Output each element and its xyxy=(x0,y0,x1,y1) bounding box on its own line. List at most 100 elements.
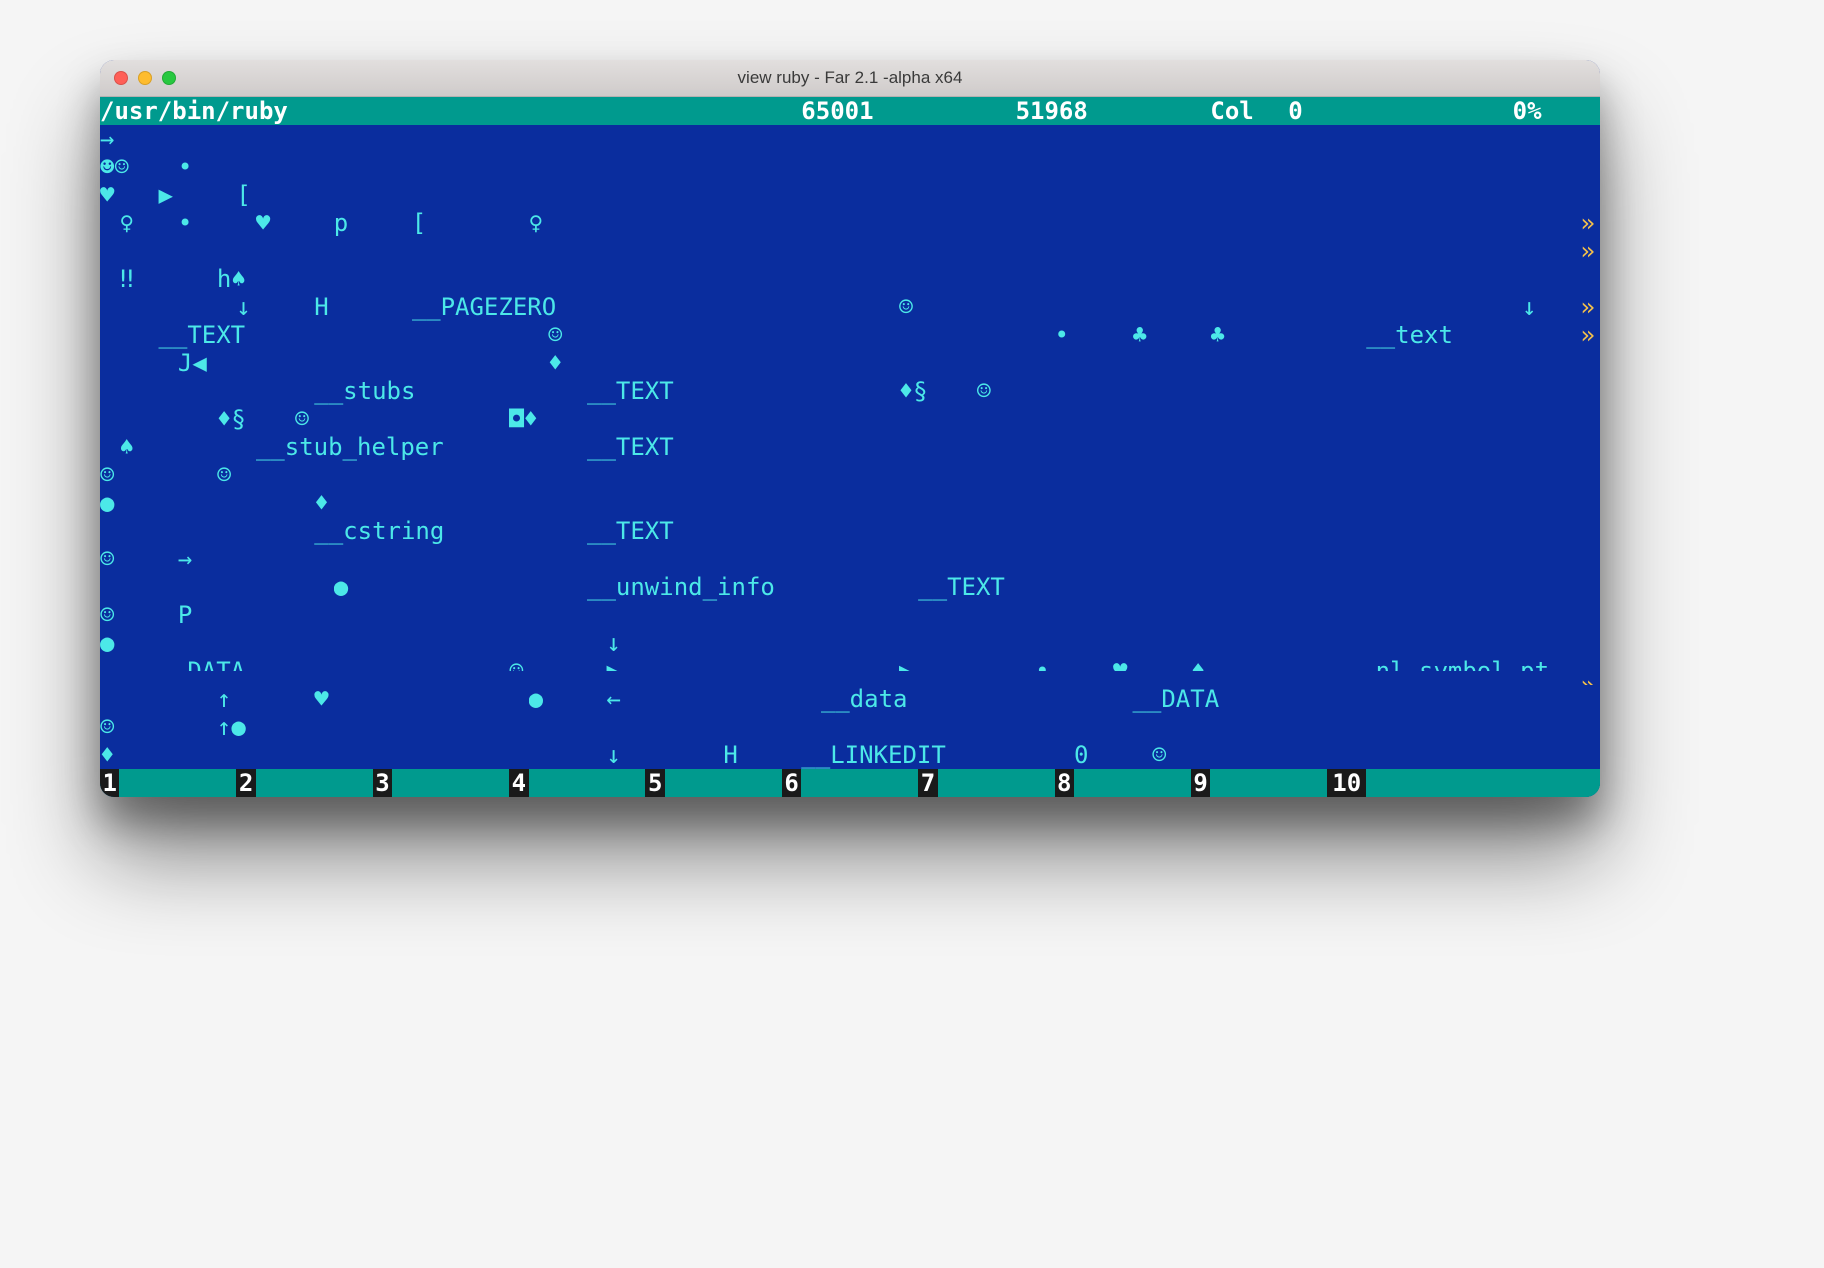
glyph: ☺ xyxy=(509,657,528,671)
glyph: ▶ xyxy=(899,657,918,671)
glyph: __TEXT xyxy=(587,517,704,545)
viewer-row: J◀♦ xyxy=(100,349,1600,377)
glyph: ▶ xyxy=(606,657,625,671)
glyph: __nl_symbol_pt xyxy=(1347,657,1600,671)
glyph: __TEXT xyxy=(587,433,704,461)
fnkey-2[interactable]: 2 xyxy=(236,769,255,797)
viewer-row: → xyxy=(100,125,1600,153)
glyph: ● xyxy=(100,629,119,657)
glyph: ♠ xyxy=(119,433,138,461)
file-path: /usr/bin/ruby xyxy=(100,97,684,125)
viewer-row: ●__unwind_info__TEXT xyxy=(100,573,1600,601)
glyph: » xyxy=(1581,209,1600,237)
window-title: view ruby - Far 2.1 -alpha x64 xyxy=(738,68,963,88)
viewer-row: ♥▶[ xyxy=(100,181,1600,209)
glyph: __stubs xyxy=(314,377,450,405)
glyph: __stub_helper xyxy=(256,433,509,461)
glyph: ♦ xyxy=(314,489,333,517)
glyph: • xyxy=(178,153,197,181)
viewer-row: ●♦ xyxy=(100,489,1600,517)
glyph: J◀ xyxy=(178,349,217,377)
hex-view-body: →☻☺•♥▶[♀•♥p[♀»»‼h♠↓H__PAGEZERO☺↓»__TEXT☺… xyxy=(100,125,1600,769)
glyph: ☺ xyxy=(100,461,119,489)
fnkey-6[interactable]: 6 xyxy=(782,769,801,797)
fnkey-5[interactable]: 5 xyxy=(645,769,664,797)
fnkey-label-8[interactable] xyxy=(1074,769,1191,797)
keybar[interactable]: 1 2 3 4 5 6 7 8 9 10 xyxy=(100,769,1600,797)
glyph: __PAGEZERO xyxy=(412,293,607,321)
viewer-row: __cstring __TEXT xyxy=(100,517,1600,545)
fnkey-label-6[interactable] xyxy=(801,769,918,797)
fnkey-label-2[interactable] xyxy=(256,769,373,797)
glyph: __LINKEDIT xyxy=(801,741,996,769)
fnkey-label-1[interactable] xyxy=(119,769,236,797)
glyph: ● xyxy=(529,685,548,713)
glyph: ☺ xyxy=(295,405,314,433)
viewer-row: __stubs__TEXT♦§☺ xyxy=(100,377,1600,405)
viewer-row: ♦§ ☺ ◘♦ xyxy=(100,405,1600,433)
minimize-icon[interactable] xyxy=(138,71,152,85)
viewer-row: ☻☺ • xyxy=(100,153,1600,181)
fnkey-label-3[interactable] xyxy=(392,769,509,797)
fnkey-3[interactable]: 3 xyxy=(373,769,392,797)
fnkey-9[interactable]: 9 xyxy=(1191,769,1210,797)
glyph: ▶ xyxy=(158,181,177,209)
glyph: P xyxy=(178,601,197,629)
glyph: ♣ xyxy=(1210,321,1229,349)
glyph: __data xyxy=(821,685,938,713)
glyph: ← xyxy=(606,685,625,713)
viewer-row: ♠ __stub_helper __TEXT xyxy=(100,433,1600,461)
glyph: ♥ xyxy=(256,209,275,237)
fnkey-label-7[interactable] xyxy=(938,769,1055,797)
titlebar[interactable]: view ruby - Far 2.1 -alpha x64 xyxy=(100,60,1600,97)
glyph: ☺ xyxy=(100,601,119,629)
glyph: » xyxy=(1581,293,1600,321)
glyph: ☺ xyxy=(1152,741,1171,769)
glyph: ↑● xyxy=(217,713,256,741)
close-icon[interactable] xyxy=(114,71,128,85)
fnkey-label-4[interactable] xyxy=(529,769,646,797)
glyph: ◘♦ xyxy=(509,405,548,433)
glyph: __TEXT xyxy=(587,377,704,405)
glyph: ♀ xyxy=(529,209,548,237)
traffic-lights xyxy=(114,71,176,85)
fnkey-8[interactable]: 8 xyxy=(1055,769,1074,797)
glyph: __cstring xyxy=(314,517,489,545)
fnkey-7[interactable]: 7 xyxy=(918,769,937,797)
fnkey-4[interactable]: 4 xyxy=(509,769,528,797)
zoom-icon[interactable] xyxy=(162,71,176,85)
glyph: __DATA xyxy=(158,657,275,671)
glyph: __unwind_info xyxy=(587,573,840,601)
viewer-row: __TEXT☺•♣♣__text» xyxy=(100,321,1600,349)
glyph: ● xyxy=(100,489,119,517)
glyph: [ xyxy=(412,209,431,237)
glyph: ☺ xyxy=(100,713,119,741)
viewer-row: ☺→ xyxy=(100,545,1600,573)
fnkey-label-10[interactable] xyxy=(1366,769,1600,797)
col-label: Col xyxy=(1210,97,1268,125)
viewer-row: ☺ ↑● xyxy=(100,713,1600,741)
glyph: ☻☺ xyxy=(100,153,139,181)
fnkey-10[interactable]: 10 xyxy=(1327,769,1366,797)
filesize: 51968 xyxy=(1016,97,1133,125)
glyph: ♦§ xyxy=(899,377,938,405)
glyph: H xyxy=(723,741,742,769)
glyph: ↓ xyxy=(606,741,625,769)
glyph: • xyxy=(1035,657,1054,671)
glyph: ☺ xyxy=(217,461,236,489)
glyph: ♦§ xyxy=(217,405,256,433)
fnkey-label-9[interactable] xyxy=(1210,769,1327,797)
glyph: ♥ xyxy=(100,181,119,209)
glyph: ↑ xyxy=(217,685,236,713)
viewer-row: ☺P xyxy=(100,601,1600,629)
glyph: 0 xyxy=(1074,741,1093,769)
glyph: ☺ xyxy=(899,293,918,321)
viewer-row: ↓H__PAGEZERO☺↓» xyxy=(100,293,1600,321)
viewer-row: ‼h♠ xyxy=(100,265,1600,293)
fnkey-1[interactable]: 1 xyxy=(100,769,119,797)
glyph: ♀ xyxy=(119,209,138,237)
glyph: __text xyxy=(1366,321,1483,349)
glyph: H xyxy=(314,293,333,321)
glyph: • xyxy=(1055,321,1074,349)
fnkey-label-5[interactable] xyxy=(665,769,782,797)
